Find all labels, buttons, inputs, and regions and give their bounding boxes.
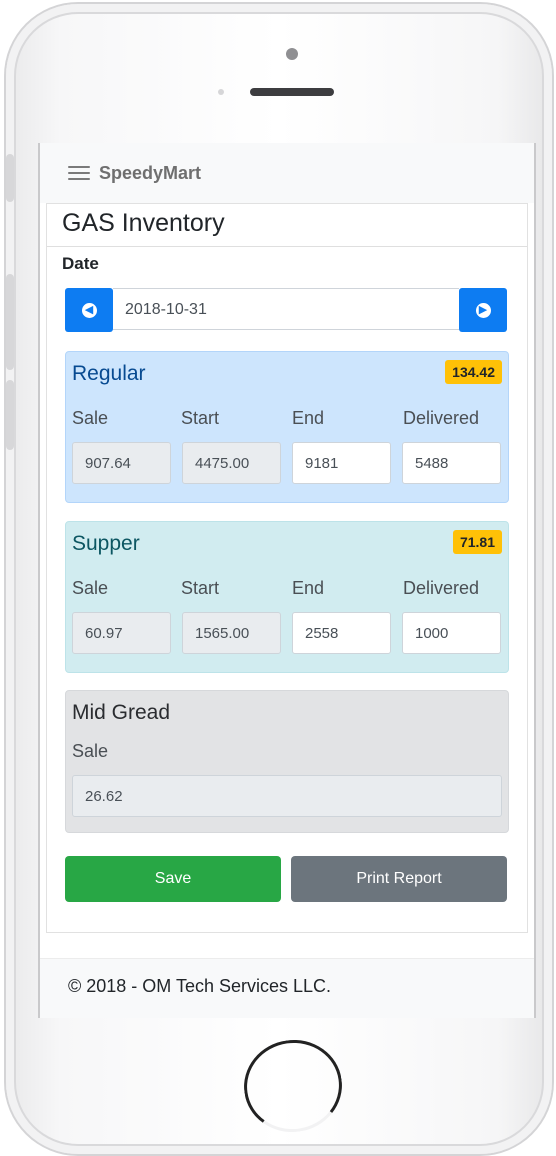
footer: © 2018 - OM Tech Services LLC. — [40, 958, 534, 1018]
delivered-input[interactable]: 1000 — [402, 612, 501, 654]
fuel-panel-regular: Regular 134.42 Sale Start End Delivered … — [65, 351, 509, 503]
next-date-button[interactable]: ▶ — [459, 288, 507, 332]
phone-screen: SpeedyMart GAS Inventory Date ◀ 2018-10-… — [38, 143, 536, 1018]
start-field: 4475.00 — [182, 442, 281, 484]
sale-field: 26.62 — [72, 775, 502, 817]
end-label: End — [292, 578, 325, 598]
fuel-panel-supper: Supper 71.81 Sale Start End Delivered 60… — [65, 521, 509, 673]
copyright-text: © 2018 - OM Tech Services LLC. — [68, 976, 332, 996]
sale-field: 60.97 — [72, 612, 171, 654]
earpiece-speaker — [250, 88, 334, 96]
print-report-button[interactable]: Print Report — [291, 856, 507, 902]
end-label: End — [292, 408, 325, 428]
end-input[interactable]: 9181 — [292, 442, 391, 484]
fuel-name: Supper — [72, 532, 140, 555]
delivered-input[interactable]: 5488 — [402, 442, 501, 484]
fuel-name: Regular — [72, 362, 146, 385]
volume-up-button — [6, 274, 14, 370]
delivered-label: Delivered — [403, 408, 480, 428]
fuel-panel-mid-gread: Mid Gread Sale 26.62 — [65, 690, 509, 833]
page-title: GAS Inventory — [62, 209, 225, 237]
sale-label: Sale — [72, 741, 109, 761]
fuel-name: Mid Gread — [72, 701, 171, 724]
navbar: SpeedyMart — [40, 143, 534, 203]
proximity-sensor — [218, 89, 224, 95]
save-button[interactable]: Save — [65, 856, 281, 902]
brand-logo[interactable]: SpeedyMart — [99, 163, 201, 184]
mute-switch — [6, 154, 14, 202]
prev-date-button[interactable]: ◀ — [65, 288, 113, 332]
sale-label: Sale — [72, 408, 109, 428]
hamburger-icon[interactable] — [68, 165, 90, 181]
total-badge: 71.81 — [452, 530, 502, 554]
home-button[interactable] — [238, 1033, 348, 1139]
delivered-label: Delivered — [403, 578, 480, 598]
date-label: Date — [62, 254, 99, 273]
circle-arrow-right-icon: ▶ — [475, 302, 491, 318]
date-input[interactable]: 2018-10-31 — [113, 288, 459, 330]
sale-field: 907.64 — [72, 442, 171, 484]
inventory-card: GAS Inventory Date ◀ 2018-10-31 ▶ Regula… — [46, 203, 528, 933]
front-camera — [286, 48, 298, 60]
title-divider — [47, 246, 527, 247]
start-label: Start — [181, 408, 220, 428]
total-badge: 134.42 — [445, 360, 502, 384]
sale-label: Sale — [72, 578, 109, 598]
volume-down-button — [6, 380, 14, 450]
start-label: Start — [181, 578, 220, 598]
start-field: 1565.00 — [182, 612, 281, 654]
end-input[interactable]: 2558 — [292, 612, 391, 654]
date-picker: ◀ 2018-10-31 ▶ — [65, 288, 507, 332]
circle-arrow-left-icon: ◀ — [81, 302, 97, 318]
